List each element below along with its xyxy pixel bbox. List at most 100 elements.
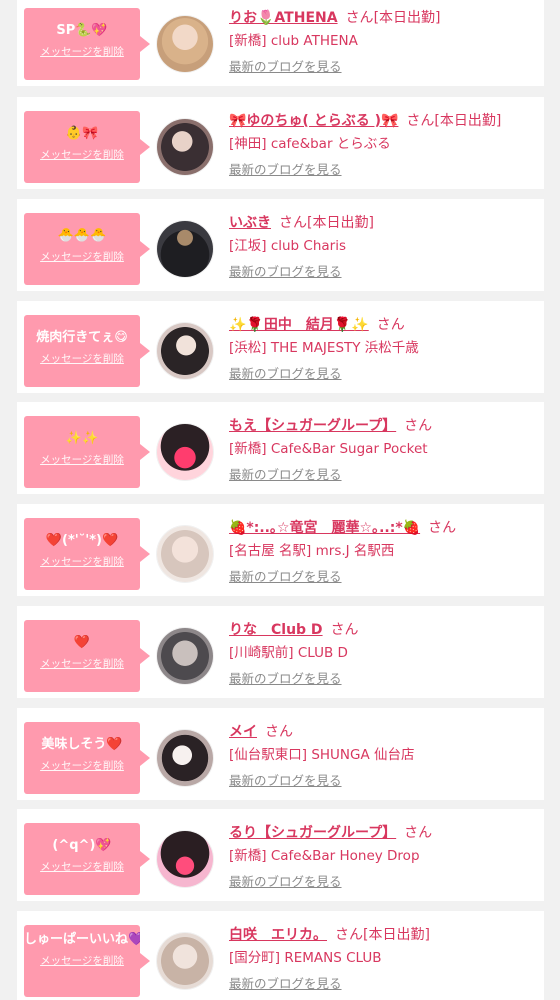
- latest-blog-link[interactable]: 最新のブログを見る: [229, 871, 342, 890]
- delete-message-link[interactable]: メッセージを削除: [40, 44, 124, 59]
- delete-message-link[interactable]: メッセージを削除: [40, 452, 124, 467]
- message-card: ❤️(*'˘'*)❤️ メッセージを削除 🍓*:..｡☆竜宮 麗華☆｡..:*🍓 さん…: [17, 504, 544, 596]
- message-bubble: 👶🎀 メッセージを削除: [24, 111, 150, 183]
- cast-name-link[interactable]: 🍓*:..｡☆竜宮 麗華☆｡..:*🍓: [229, 520, 420, 536]
- message-card: ✨✨ メッセージを削除 もえ【シュガーグループ】 さん [新橋] Cafe&Bar Su…: [17, 402, 544, 494]
- latest-blog-link[interactable]: 最新のブログを見る: [229, 159, 342, 178]
- sender-info: りな Club D さん [川崎駅前] CLUB D 最新のブログを見る: [229, 620, 536, 687]
- name-line: るり【シュガーグループ】 さん: [229, 823, 536, 843]
- delete-message-link[interactable]: メッセージを削除: [40, 859, 124, 874]
- avatar[interactable]: [157, 424, 213, 480]
- latest-blog-link[interactable]: 最新のブログを見る: [229, 770, 342, 789]
- delete-message-link[interactable]: メッセージを削除: [40, 656, 124, 671]
- honorific: さん: [345, 10, 374, 26]
- message-bubble: 🐣🐣🐣 メッセージを削除: [24, 213, 150, 285]
- sender-info: もえ【シュガーグループ】 さん [新橋] Cafe&Bar Sugar Pocket…: [229, 416, 536, 483]
- message-card: 👶🎀 メッセージを削除 🎀ゆのちゅ( とらぶる )🎀 さん[本日出勤] [神田] caf…: [17, 97, 544, 189]
- message-card: 焼肉行きてぇ😋 メッセージを削除 ✨🌹田中 結月🌹✨ さん [浜松] THE MAJES…: [17, 301, 544, 393]
- message-card: 🐣🐣🐣 メッセージを削除 いぶき さん[本日出勤] [江坂] club Charis 最新…: [17, 199, 544, 291]
- latest-blog-link[interactable]: 最新のブログを見る: [229, 973, 342, 992]
- delete-message-link[interactable]: メッセージを削除: [40, 147, 124, 162]
- message-list: SP🐍💖 メッセージを削除 りお🌷ATHENA さん[本日出勤] [新橋] club A…: [0, 0, 560, 1000]
- name-line: 🎀ゆのちゅ( とらぶる )🎀 さん[本日出勤]: [229, 111, 536, 131]
- message-card: SP🐍💖 メッセージを削除 りお🌷ATHENA さん[本日出勤] [新橋] club A…: [17, 0, 544, 86]
- latest-blog-link[interactable]: 最新のブログを見る: [229, 464, 342, 483]
- cast-name-link[interactable]: 白咲 エリカ。: [229, 927, 327, 943]
- message-text: しゅーぱーいいね💜✨: [24, 932, 140, 947]
- sender-info: 🍓*:..｡☆竜宮 麗華☆｡..:*🍓 さん [名古屋 名駅] mrs.J 名駅西最…: [229, 518, 536, 585]
- sender-info: メイ さん [仙台駅東口] SHUNGA 仙台店 最新のブログを見る: [229, 722, 536, 789]
- honorific: さん: [406, 113, 435, 129]
- message-text: ❤️: [73, 635, 91, 650]
- message-bubble: ✨✨ メッセージを削除: [24, 416, 150, 488]
- message-text: 美味しそう❤️: [41, 737, 123, 752]
- avatar[interactable]: [157, 933, 213, 989]
- name-line: 白咲 エリカ。 さん[本日出勤]: [229, 925, 536, 945]
- shop-name: [新橋] Cafe&Bar Sugar Pocket: [229, 441, 428, 457]
- message-card: しゅーぱーいいね💜✨ メッセージを削除 白咲 エリカ。さん[本日出勤] [国分町] R…: [17, 911, 544, 1000]
- work-status: [本日出勤]: [363, 927, 430, 943]
- sender-info: 白咲 エリカ。 さん[本日出勤] [国分町] REMANS CLUB 最新のブログを見…: [229, 925, 536, 992]
- message-text: 👶🎀: [65, 126, 99, 141]
- latest-blog-link[interactable]: 最新のブログを見る: [229, 363, 342, 382]
- latest-blog-link[interactable]: 最新のブログを見る: [229, 56, 342, 75]
- avatar[interactable]: [157, 221, 213, 277]
- latest-blog-link[interactable]: 最新のブログを見る: [229, 261, 342, 280]
- message-text: 焼肉行きてぇ😋: [36, 330, 128, 345]
- avatar[interactable]: [157, 16, 213, 72]
- message-bubble: 焼肉行きてぇ😋 メッセージを削除: [24, 315, 150, 387]
- message-bubble: ❤️(*'˘'*)❤️ メッセージを削除: [24, 518, 150, 590]
- message-card: 美味しそう❤️ メッセージを削除 メイ さん [仙台駅東口] SHUNGA 仙台店 最新の…: [17, 708, 544, 800]
- sender-info: ✨🌹田中 結月🌹✨ さん [浜松] THE MAJESTY 浜松千歳 最新のブログを見…: [229, 315, 536, 382]
- sender-info: 🎀ゆのちゅ( とらぶる )🎀 さん[本日出勤] [神田] cafe&bar とらぶる…: [229, 111, 536, 178]
- cast-name-link[interactable]: ✨🌹田中 結月🌹✨: [229, 317, 369, 333]
- work-status: [本日出勤]: [307, 215, 374, 231]
- shop-name: [仙台駅東口] SHUNGA 仙台店: [229, 747, 415, 763]
- cast-name-link[interactable]: るり【シュガーグループ】: [229, 825, 396, 841]
- shop-name: [新橋] club ATHENA: [229, 33, 358, 49]
- message-card: ❤️ メッセージを削除 りな Club D さん [川崎駅前] CLUB D 最新のブログ…: [17, 606, 544, 698]
- cast-name-link[interactable]: 🎀ゆのちゅ( とらぶる )🎀: [229, 113, 398, 129]
- delete-message-link[interactable]: メッセージを削除: [40, 758, 124, 773]
- shop-name: [名古屋 名駅] mrs.J 名駅西: [229, 543, 395, 559]
- avatar[interactable]: [157, 628, 213, 684]
- name-line: ✨🌹田中 結月🌹✨ さん: [229, 315, 536, 335]
- cast-name-link[interactable]: いぶき: [229, 215, 271, 231]
- honorific: さん: [330, 622, 359, 638]
- sender-info: るり【シュガーグループ】 さん [新橋] Cafe&Bar Honey Drop 最新…: [229, 823, 536, 890]
- honorific: さん: [376, 317, 405, 333]
- message-text: SP🐍💖: [56, 23, 108, 38]
- avatar[interactable]: [157, 730, 213, 786]
- avatar[interactable]: [157, 526, 213, 582]
- work-status: [本日出勤]: [434, 113, 502, 129]
- honorific: さん: [404, 825, 433, 841]
- honorific: さん: [428, 520, 457, 536]
- honorific: さん: [265, 724, 293, 740]
- cast-name-link[interactable]: もえ【シュガーグループ】: [229, 418, 396, 434]
- cast-name-link[interactable]: りな Club D: [229, 622, 323, 638]
- shop-name: [浜松] THE MAJESTY 浜松千歳: [229, 340, 419, 356]
- name-line: もえ【シュガーグループ】 さん: [229, 416, 536, 436]
- delete-message-link[interactable]: メッセージを削除: [40, 249, 124, 264]
- shop-name: [川崎駅前] CLUB D: [229, 645, 348, 661]
- name-line: いぶき さん[本日出勤]: [229, 213, 536, 233]
- avatar[interactable]: [157, 323, 213, 379]
- avatar[interactable]: [157, 831, 213, 887]
- delete-message-link[interactable]: メッセージを削除: [40, 554, 124, 569]
- message-bubble: (^q^)💖 メッセージを削除: [24, 823, 150, 895]
- delete-message-link[interactable]: メッセージを削除: [40, 351, 124, 366]
- latest-blog-link[interactable]: 最新のブログを見る: [229, 566, 342, 585]
- latest-blog-link[interactable]: 最新のブログを見る: [229, 668, 342, 687]
- name-line: メイ さん: [229, 722, 536, 742]
- honorific: さん: [404, 418, 433, 434]
- cast-name-link[interactable]: メイ: [229, 724, 257, 740]
- delete-message-link[interactable]: メッセージを削除: [40, 953, 124, 968]
- message-bubble: 美味しそう❤️ メッセージを削除: [24, 722, 150, 794]
- work-status: [本日出勤]: [373, 10, 441, 26]
- honorific: さん: [279, 215, 307, 231]
- cast-name-link[interactable]: りお🌷ATHENA: [229, 10, 338, 26]
- name-line: りお🌷ATHENA さん[本日出勤]: [229, 8, 536, 28]
- message-bubble: しゅーぱーいいね💜✨ メッセージを削除: [24, 925, 150, 997]
- message-text: ✨✨: [65, 431, 99, 446]
- avatar[interactable]: [157, 119, 213, 175]
